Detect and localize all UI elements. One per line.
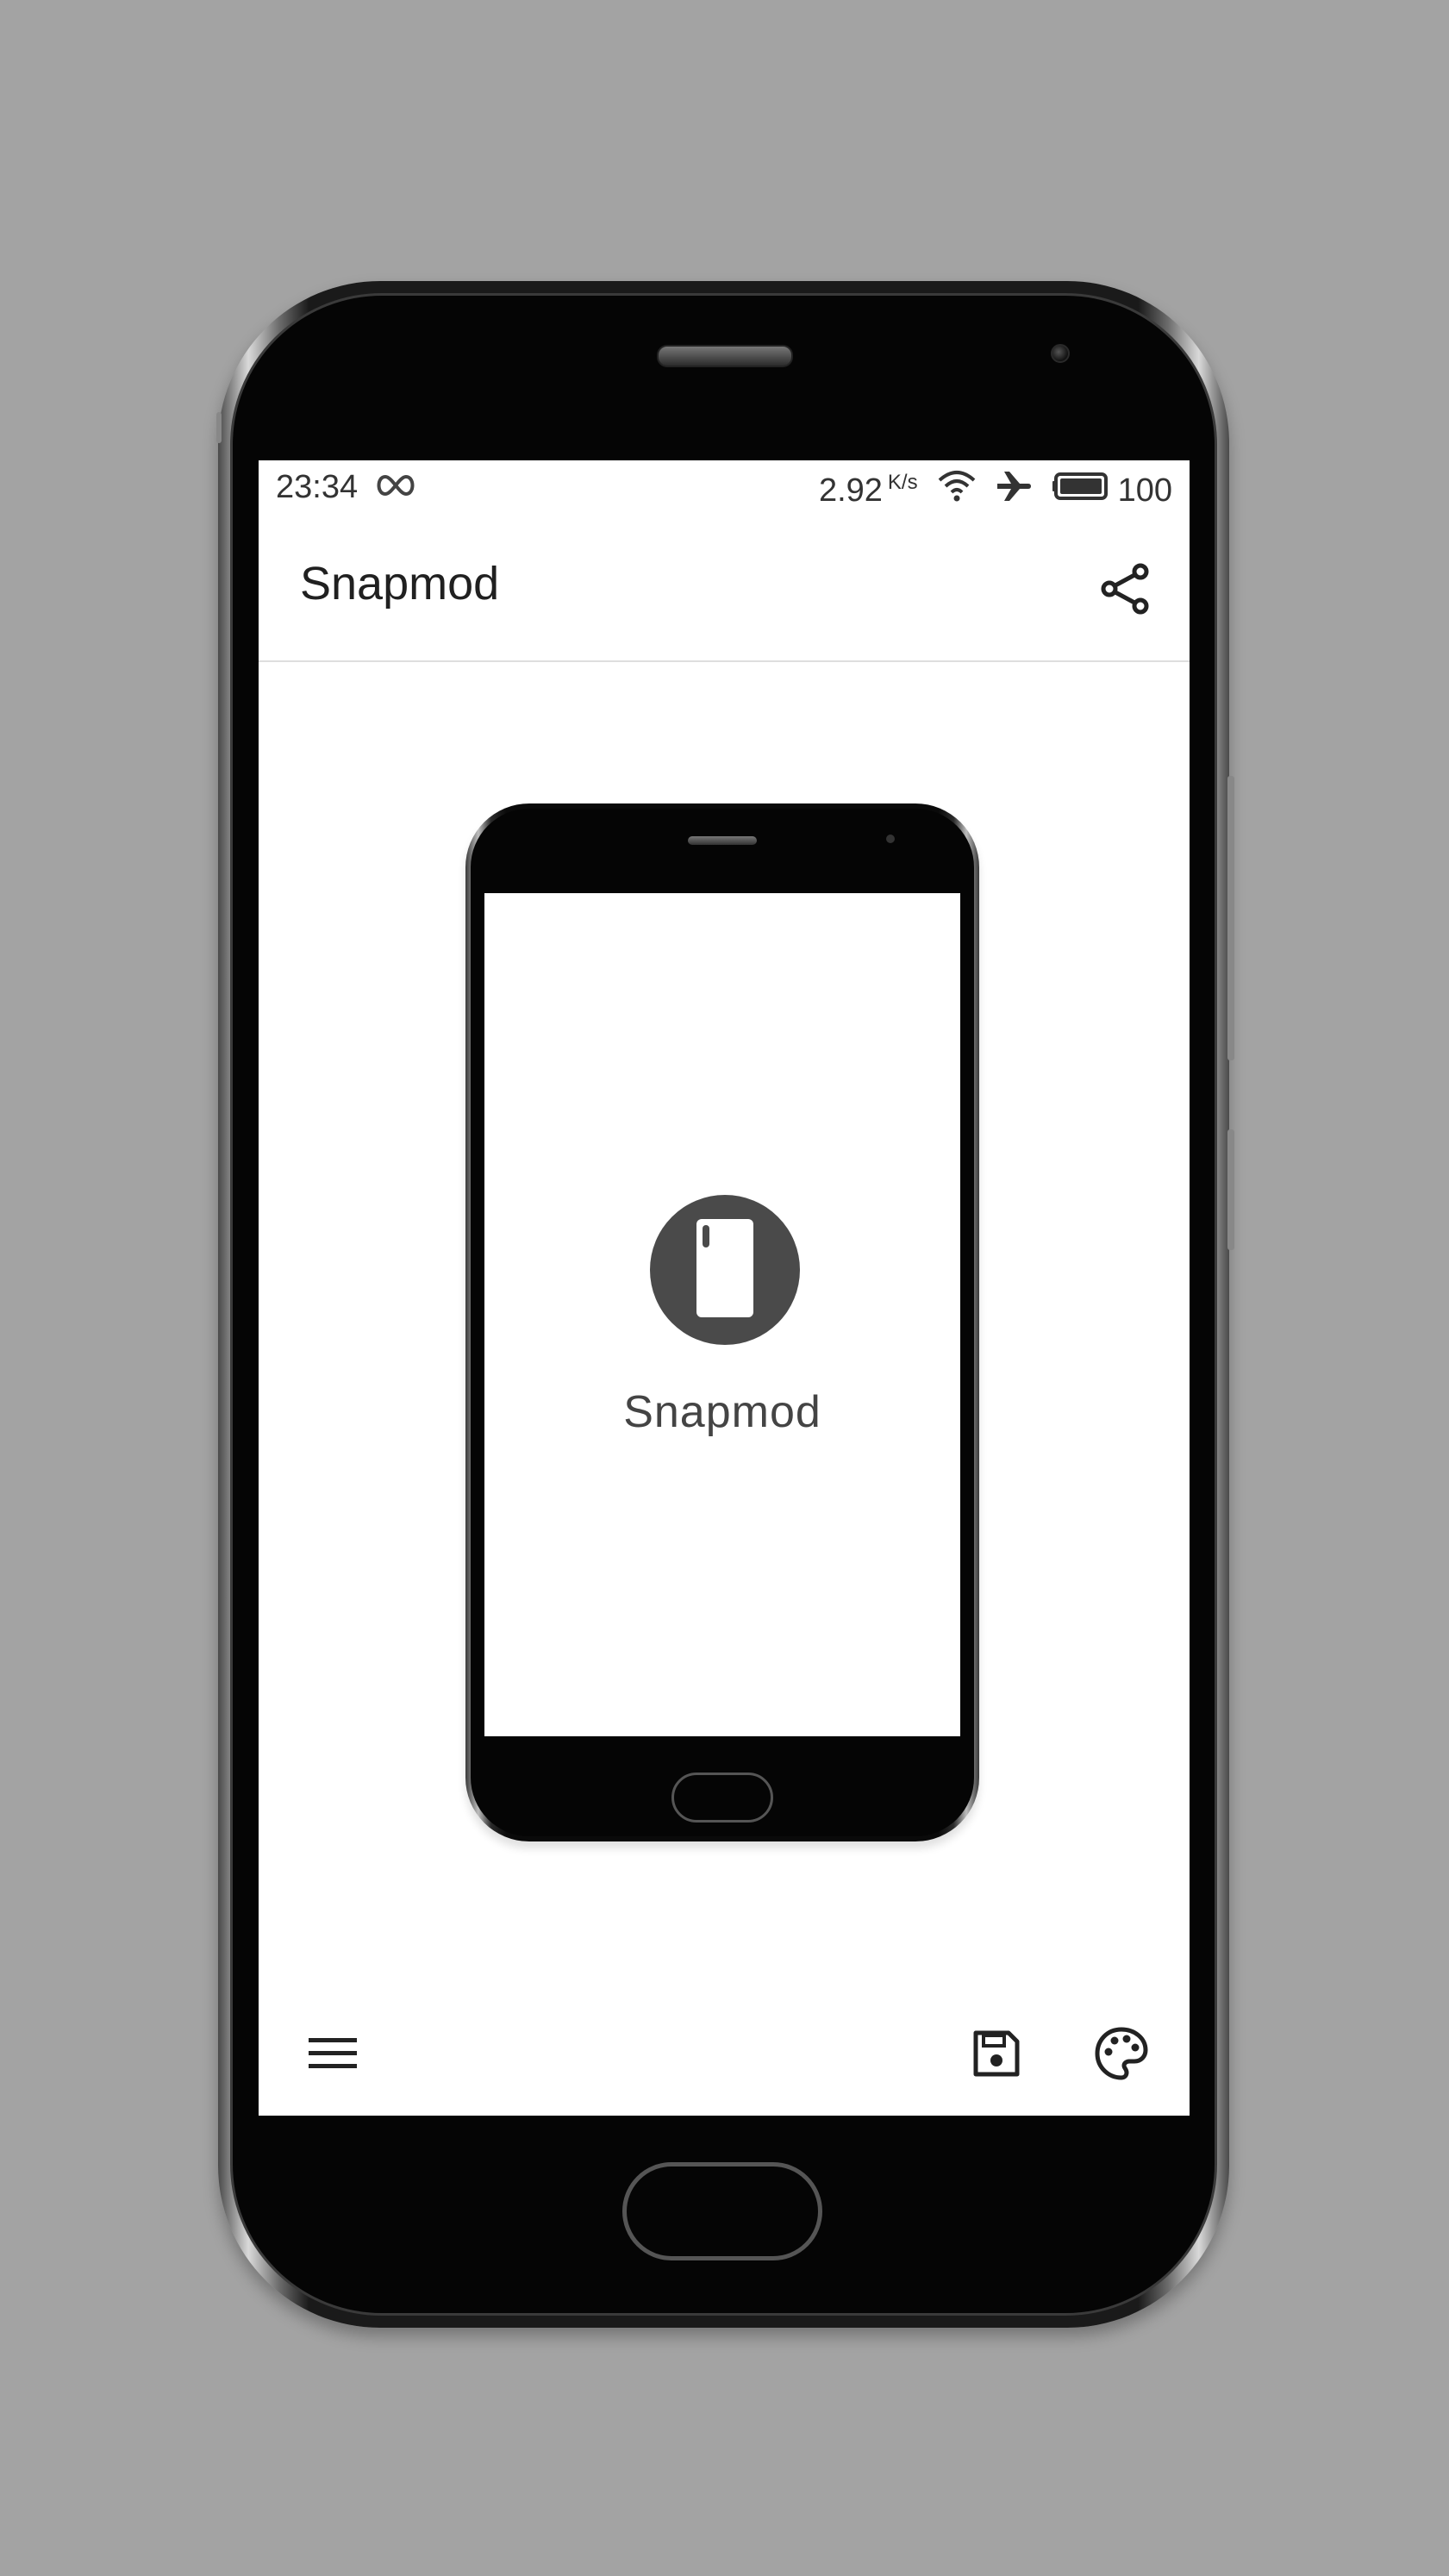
save-button[interactable] [962, 2021, 1031, 2090]
share-button[interactable] [1096, 560, 1157, 621]
menu-icon [307, 2035, 359, 2077]
network-speed: 2.92 K/s [818, 470, 918, 510]
phone-screen: 23:34 2.92 K/s 100 Snapmod Snapmod [259, 460, 1190, 2116]
network-speed-value: 2.92 [818, 472, 883, 509]
network-speed-unit: K/s [887, 470, 918, 494]
battery-status: 100 [1052, 472, 1172, 510]
phone-icon [695, 1217, 755, 1323]
wifi-icon [937, 469, 977, 512]
palette-icon [1094, 2026, 1149, 2085]
status-time: 23:34 [276, 469, 359, 505]
preview-screen: Snapmod [484, 893, 960, 1736]
preview-speaker [688, 836, 757, 845]
save-icon [971, 2029, 1021, 2083]
status-left: 23:34 [276, 469, 418, 506]
app-logo-text: Snapmod [623, 1387, 821, 1437]
menu-button[interactable] [298, 2021, 367, 2090]
power-button [1227, 1129, 1234, 1250]
home-button[interactable] [622, 2162, 822, 2260]
battery-level: 100 [1117, 472, 1172, 509]
front-camera [1051, 344, 1070, 363]
status-bar: 23:34 2.92 K/s 100 [259, 460, 1190, 517]
volume-button [1227, 776, 1234, 1060]
preview-home-button [671, 1773, 773, 1823]
phone-preview[interactable]: Snapmod [465, 803, 979, 1841]
preview-camera [886, 835, 895, 843]
infinity-icon [373, 469, 418, 506]
app-logo [650, 1195, 800, 1345]
palette-button[interactable] [1087, 2021, 1156, 2090]
app-bar-divider [259, 660, 1190, 662]
status-right: 2.92 K/s 100 [819, 469, 1172, 512]
battery-icon [1052, 472, 1109, 510]
app-title: Snapmod [300, 558, 500, 610]
bottom-toolbar [259, 1995, 1190, 2116]
airplane-icon [996, 469, 1034, 512]
side-notch [216, 412, 222, 443]
earpiece-speaker [657, 345, 793, 367]
share-icon [1099, 561, 1154, 621]
